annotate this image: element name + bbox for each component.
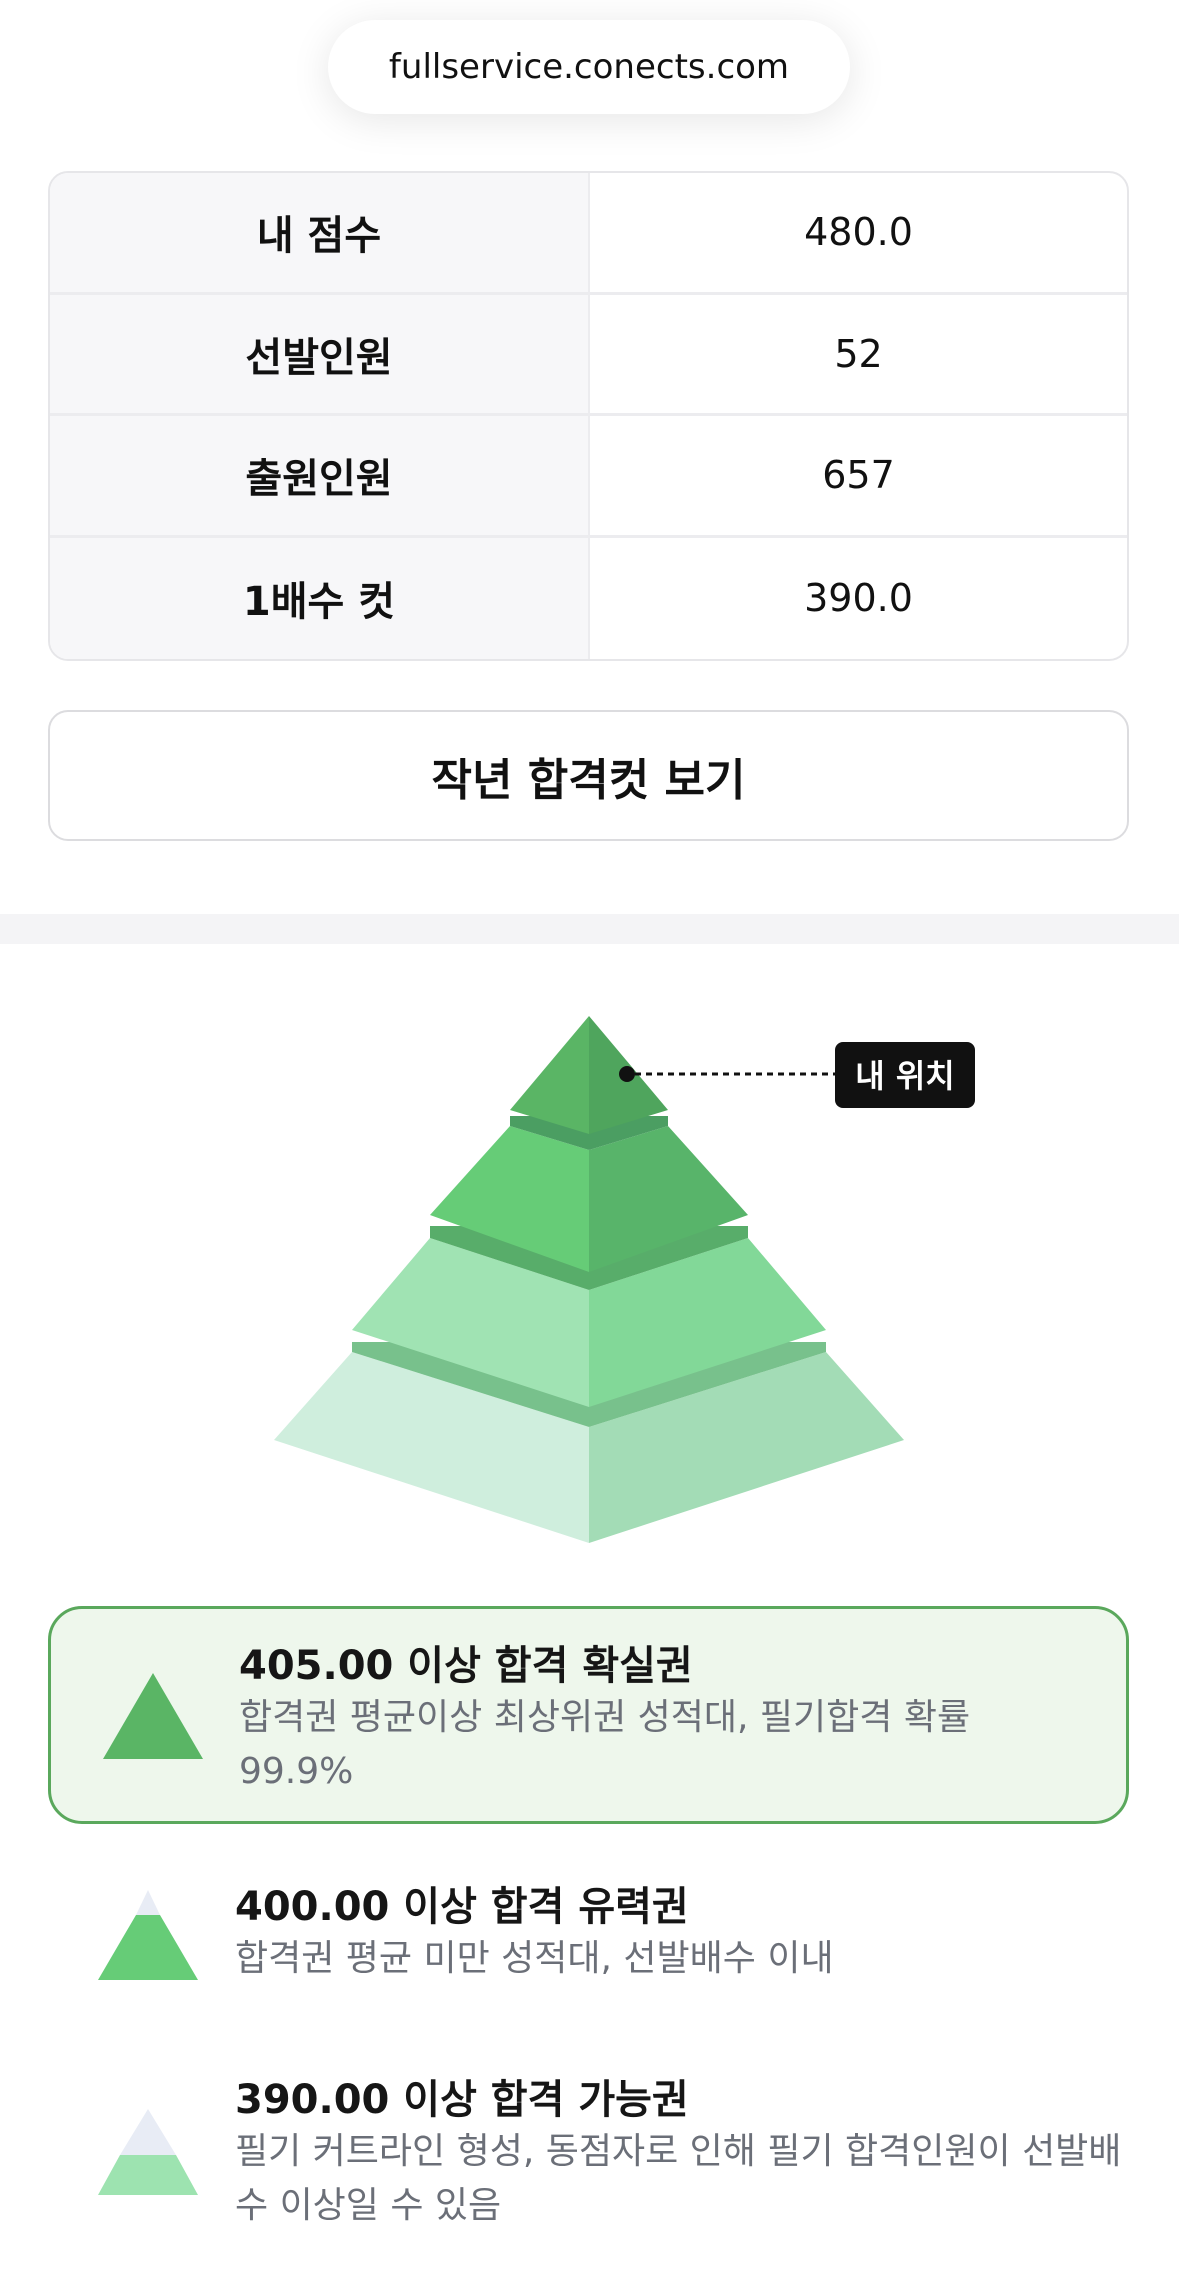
- tier-description: 필기 커트라인 형성, 동점자로 인해 필기 합격인원이 선발배수 이상일 수 …: [235, 2131, 1122, 2226]
- score-stats-table: 내 점수 480.0 선발인원 52 출원인원 657 1배수 컷 390.0: [48, 171, 1129, 661]
- pyramid-top-icon: [103, 1673, 203, 1759]
- table-row: 출원인원 657: [50, 416, 1127, 538]
- my-position-label: 내 위치: [855, 1057, 954, 1095]
- tier-card-likely[interactable]: 400.00 이상 합격 유력권 합격권 평균 미만 성적대, 선발배수 이내: [48, 1870, 1129, 2020]
- tier-card-certain[interactable]: 405.00 이상 합격 확실권 합격권 평균이상 최상위권 성적대, 필기합격…: [48, 1606, 1129, 1824]
- tier-card-possible[interactable]: 390.00 이상 합격 가능권 필기 커트라인 형성, 동점자로 인해 필기 …: [48, 2063, 1129, 2243]
- position-pyramid-chart: 내 위치: [274, 1016, 975, 1543]
- last-year-cutoff-button[interactable]: 작년 합격컷 보기: [48, 710, 1129, 841]
- stat-value-cutoff: 390.0: [804, 576, 913, 621]
- table-row: 1배수 컷 390.0: [50, 537, 1127, 659]
- url-text: fullservice.conects.com: [388, 47, 790, 87]
- table-row: 선발인원 52: [50, 294, 1127, 416]
- url-bar[interactable]: fullservice.conects.com: [328, 20, 850, 114]
- stat-label-applicant-count: 출원인원: [50, 416, 590, 535]
- tier-title: 400.00 이상 합격 유력권: [235, 1884, 689, 1930]
- section-divider: [0, 914, 1179, 944]
- tier-title: 390.00 이상 합격 가능권: [235, 2077, 689, 2123]
- stat-value-applicant-count: 657: [822, 453, 895, 498]
- stat-value-my-score: 480.0: [804, 210, 913, 255]
- stat-value-selection-count: 52: [834, 331, 883, 376]
- stat-label-my-score: 내 점수: [50, 173, 590, 292]
- pyramid-base-icon: [98, 2109, 198, 2195]
- tier-description: 합격권 평균이상 최상위권 성적대, 필기합격 확률 99.9%: [239, 1697, 971, 1792]
- stat-label-selection-count: 선발인원: [50, 294, 590, 413]
- pyramid-middle-icon: [98, 1890, 198, 1980]
- table-row: 내 점수 480.0: [50, 173, 1127, 295]
- tier-description: 합격권 평균 미만 성적대, 선발배수 이내: [235, 1938, 834, 1979]
- tier-title: 405.00 이상 합격 확실권: [239, 1643, 693, 1689]
- stat-label-cutoff: 1배수 컷: [50, 537, 590, 659]
- my-position-dot: [619, 1066, 635, 1082]
